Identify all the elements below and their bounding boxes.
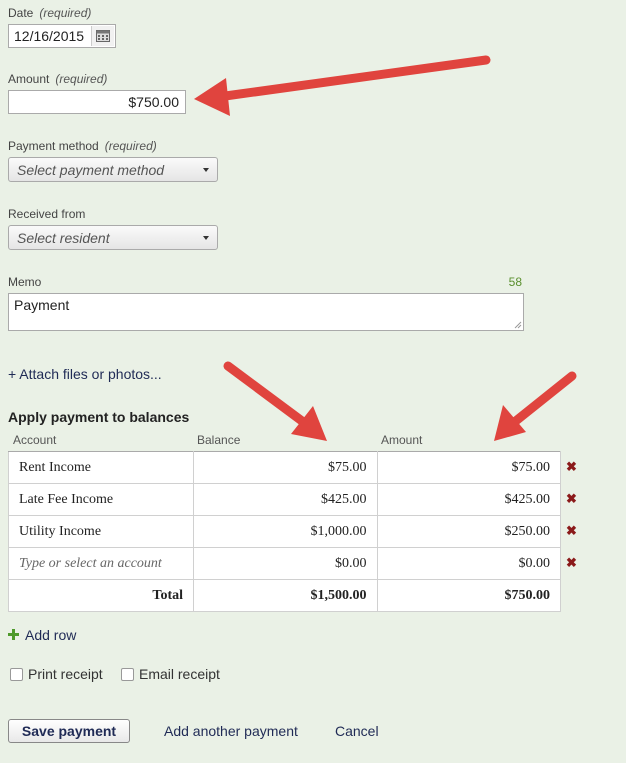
- total-row: Total $1,500.00 $750.00: [8, 579, 561, 612]
- arrow-to-amount-icon: [194, 55, 491, 116]
- total-amount: $750.00: [376, 579, 561, 612]
- email-receipt-checkbox[interactable]: [121, 668, 134, 681]
- table-row: Type or select an account $0.00 $0.00: [8, 547, 561, 580]
- table-row: Late Fee Income $425.00 $425.00: [8, 483, 561, 516]
- payment-method-select[interactable]: Select payment method: [8, 157, 218, 182]
- table-row: Utility Income $1,000.00 $250.00: [8, 515, 561, 548]
- add-row-link[interactable]: Add row: [25, 627, 76, 643]
- payment-method-label: Payment method (required): [8, 139, 157, 153]
- balance-cell: $0.00: [193, 547, 378, 580]
- delete-row-icon[interactable]: ✖: [566, 491, 577, 507]
- account-cell[interactable]: Utility Income: [8, 515, 194, 548]
- date-value[interactable]: 12/16/2015: [9, 28, 91, 44]
- column-header-account: Account: [13, 433, 57, 447]
- account-cell-placeholder[interactable]: Type or select an account: [8, 547, 194, 580]
- cancel-link[interactable]: Cancel: [335, 723, 379, 739]
- payment-method-placeholder: Select payment method: [17, 161, 165, 178]
- memo-char-counter: 58: [508, 275, 522, 289]
- table-row: Rent Income $75.00 $75.00: [8, 451, 561, 484]
- account-cell[interactable]: Late Fee Income: [8, 483, 194, 516]
- received-from-select[interactable]: Select resident: [8, 225, 218, 250]
- arrow-to-balance-icon: [223, 361, 327, 441]
- resize-handle-icon[interactable]: [514, 321, 522, 329]
- memo-label: Memo: [8, 275, 42, 289]
- apply-payment-title: Apply payment to balances: [8, 409, 190, 425]
- balances-table: Rent Income $75.00 $75.00 Late Fee Incom…: [8, 451, 561, 612]
- arrow-to-amount-column-icon: [494, 371, 577, 441]
- attach-files-link[interactable]: + Attach files or photos...: [8, 366, 162, 382]
- date-field[interactable]: 12/16/2015: [8, 24, 116, 48]
- add-another-payment-link[interactable]: Add another payment: [164, 723, 298, 739]
- date-label: Date (required): [8, 6, 92, 20]
- column-header-amount: Amount: [381, 433, 423, 447]
- total-balance: $1,500.00: [193, 579, 378, 612]
- amount-cell[interactable]: $0.00: [376, 547, 561, 580]
- amount-label: Amount (required): [8, 72, 108, 86]
- balance-cell: $75.00: [193, 451, 378, 484]
- delete-row-icon[interactable]: ✖: [566, 459, 577, 475]
- amount-cell[interactable]: $250.00: [376, 515, 561, 548]
- calendar-icon[interactable]: [91, 26, 114, 46]
- print-receipt-label[interactable]: Print receipt: [28, 666, 103, 682]
- column-header-balance: Balance: [197, 433, 241, 447]
- amount-cell[interactable]: $425.00: [376, 483, 561, 516]
- memo-textarea[interactable]: Payment: [8, 293, 524, 331]
- plus-icon[interactable]: [8, 629, 19, 640]
- save-payment-button[interactable]: Save payment: [8, 719, 130, 743]
- print-receipt-checkbox[interactable]: [10, 668, 23, 681]
- amount-input[interactable]: $750.00: [8, 90, 186, 114]
- amount-cell[interactable]: $75.00: [376, 451, 561, 484]
- balance-cell: $425.00: [193, 483, 378, 516]
- delete-row-icon[interactable]: ✖: [566, 523, 577, 539]
- received-from-placeholder: Select resident: [17, 229, 110, 246]
- account-cell[interactable]: Rent Income: [8, 451, 194, 484]
- email-receipt-label[interactable]: Email receipt: [139, 666, 220, 682]
- chevron-down-icon: [203, 168, 209, 172]
- chevron-down-icon: [203, 236, 209, 240]
- balance-cell: $1,000.00: [193, 515, 378, 548]
- delete-row-icon[interactable]: ✖: [566, 555, 577, 571]
- received-from-label: Received from: [8, 207, 86, 221]
- total-label: Total: [8, 579, 194, 612]
